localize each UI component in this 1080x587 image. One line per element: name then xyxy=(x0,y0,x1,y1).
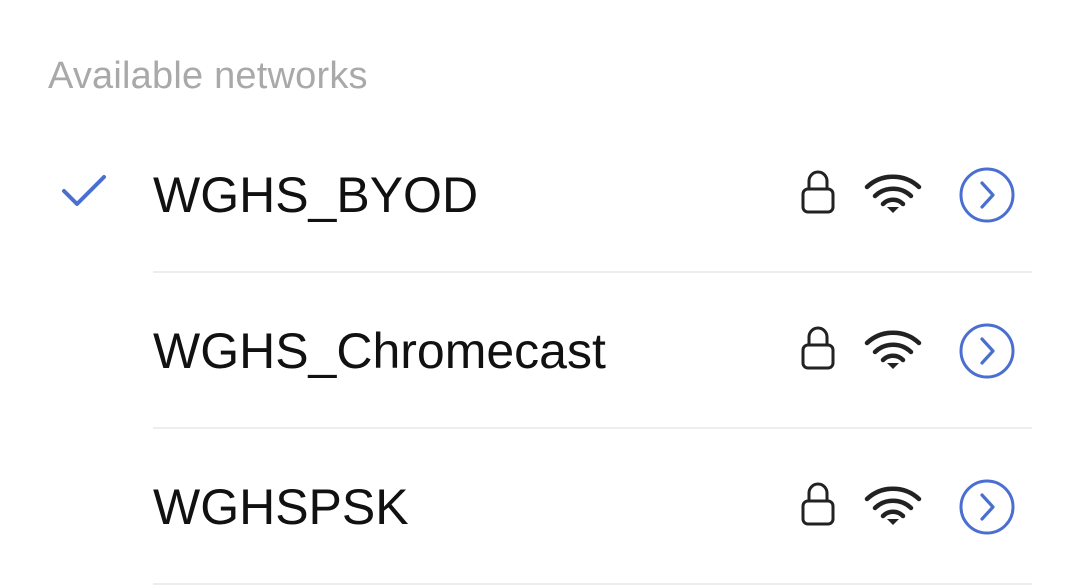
wifi-full-icon xyxy=(864,486,922,525)
network-details-button[interactable] xyxy=(958,322,1016,380)
network-name: WGHSPSK xyxy=(153,479,409,535)
wifi-full-icon xyxy=(864,174,922,213)
network-name: WGHS_BYOD xyxy=(153,167,479,223)
network-details-button[interactable] xyxy=(958,166,1016,224)
lock-icon xyxy=(801,326,835,370)
network-item-wghs-chromecast[interactable]: WGHS_Chromecast xyxy=(0,273,1080,429)
network-name: WGHS_Chromecast xyxy=(153,323,606,379)
lock-icon xyxy=(801,482,835,526)
checkmark-icon xyxy=(62,175,106,206)
wifi-full-icon xyxy=(864,330,922,369)
lock-icon xyxy=(801,170,835,214)
network-details-button[interactable] xyxy=(958,478,1016,536)
divider xyxy=(153,583,1032,585)
network-item-wghspsk[interactable]: WGHSPSK xyxy=(0,429,1080,585)
network-list: WGHS_BYOD WGHS_Chromecast WGHSPSK xyxy=(0,117,1080,585)
section-header-available-networks: Available networks xyxy=(48,55,368,97)
network-item-wghs-byod[interactable]: WGHS_BYOD xyxy=(0,117,1080,273)
